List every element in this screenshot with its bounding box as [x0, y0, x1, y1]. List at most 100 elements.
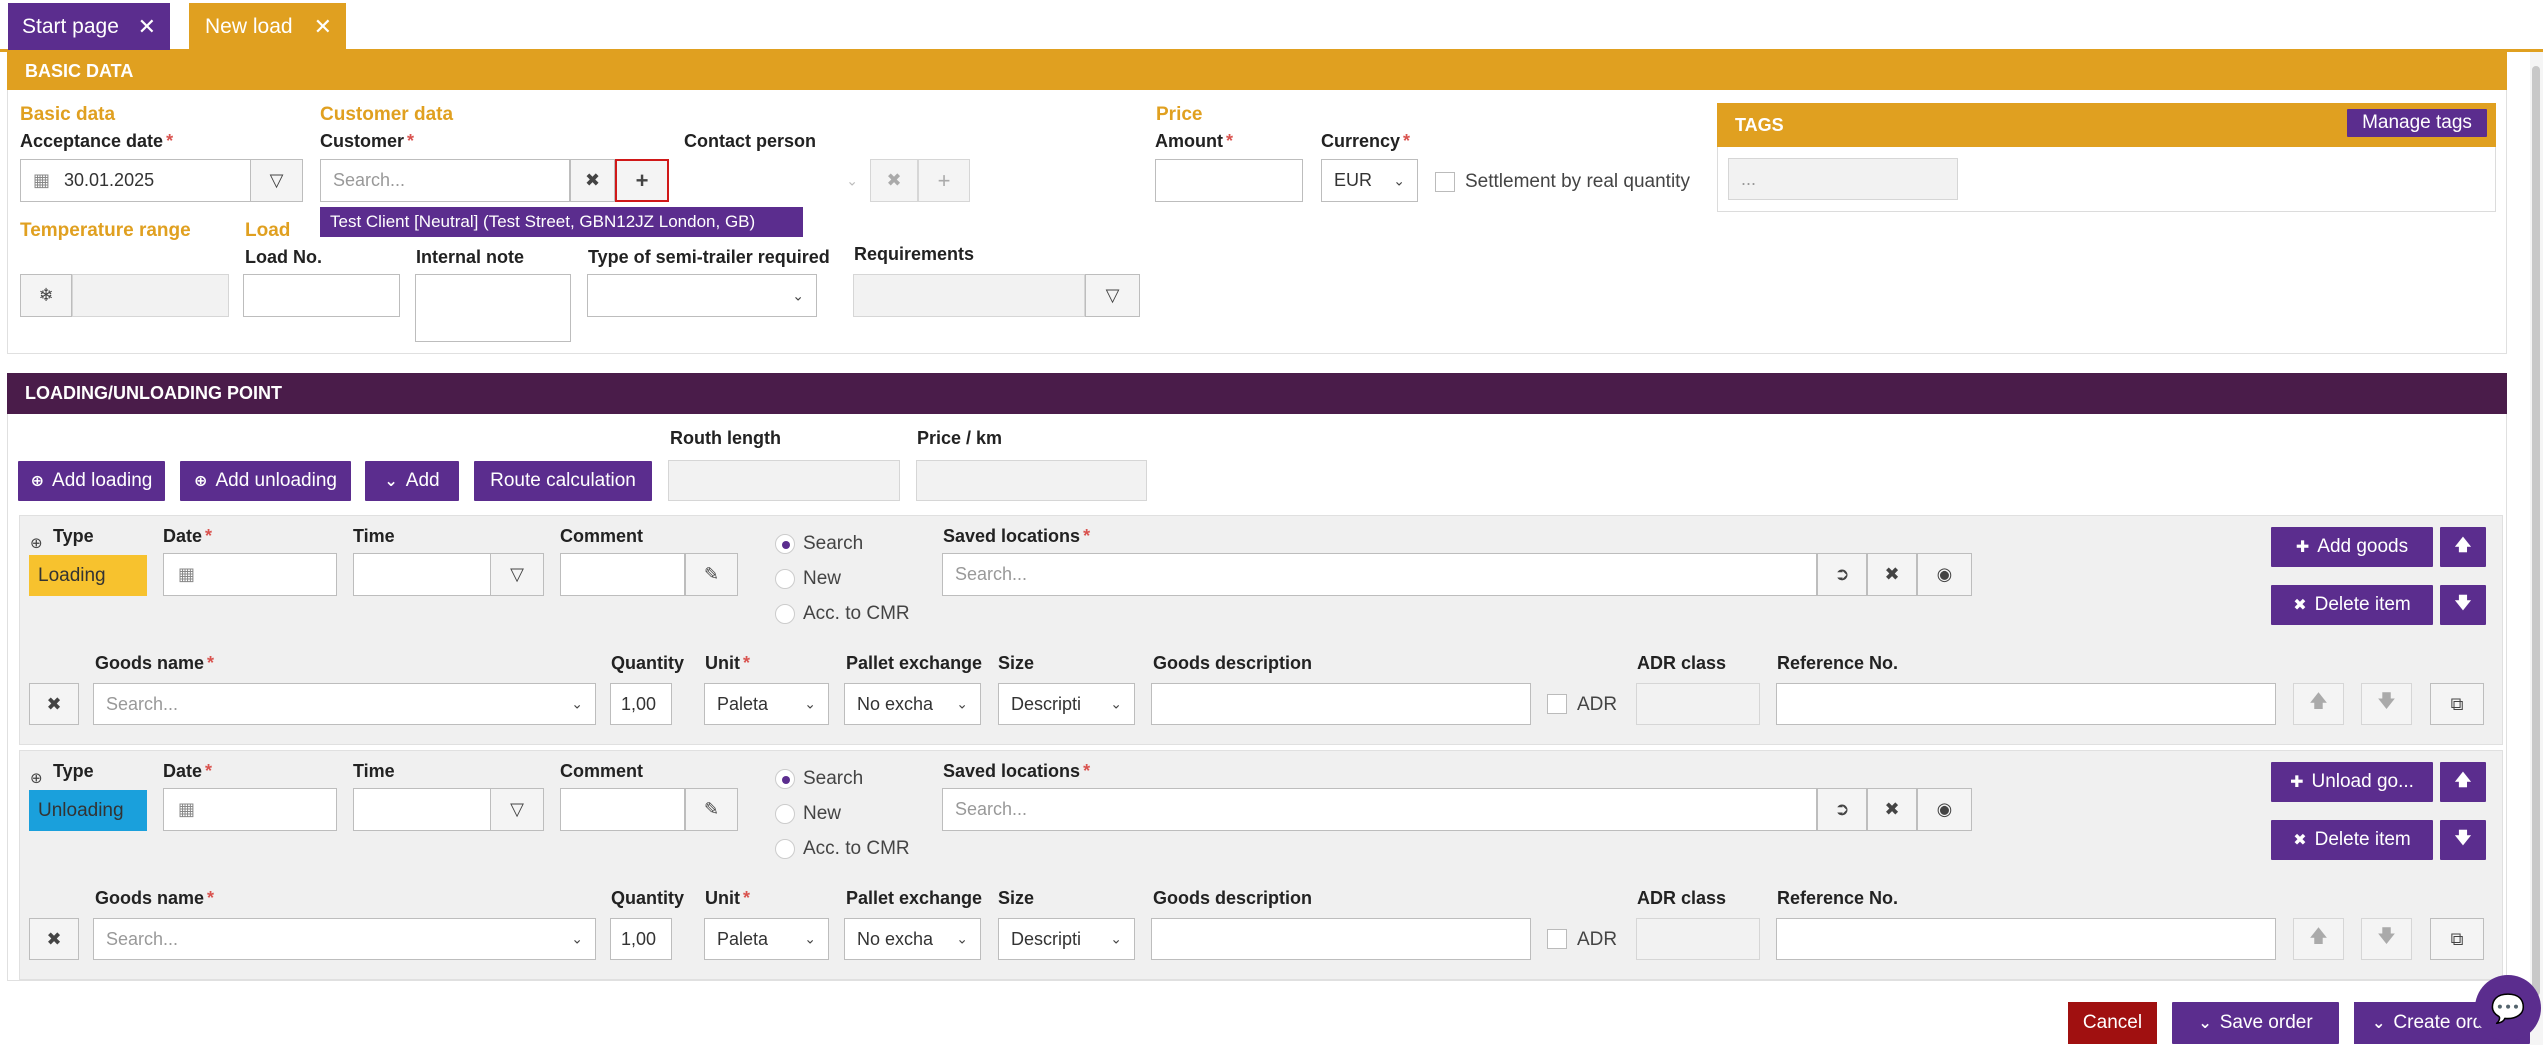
location-clear-button[interactable]: ✖: [1867, 788, 1917, 831]
delete-item-button[interactable]: ✖ Delete item: [2271, 585, 2433, 625]
stop-time-input[interactable]: [353, 788, 491, 831]
temperature-snowflake-button[interactable]: ❄: [20, 274, 72, 317]
location-go-button[interactable]: ➲: [1817, 553, 1867, 596]
goods-down-button[interactable]: 🡇: [2361, 683, 2412, 725]
stop-time-input[interactable]: [353, 553, 491, 596]
contact-clear-button[interactable]: ✖: [870, 159, 918, 202]
requirements-input[interactable]: [853, 274, 1085, 317]
unit-select[interactable]: Paleta ⌄: [704, 683, 829, 725]
goods-remove-button[interactable]: ✖: [29, 683, 79, 725]
stop-comment-input[interactable]: [560, 553, 685, 596]
collapse-icon[interactable]: ⊕: [30, 534, 43, 552]
adr-class-input[interactable]: [1636, 683, 1760, 725]
adr-checkbox[interactable]: [1547, 929, 1567, 949]
radio-cmr[interactable]: [775, 839, 795, 859]
contact-add-button[interactable]: +: [918, 159, 970, 202]
temperature-input[interactable]: [72, 274, 229, 317]
radio-search[interactable]: [775, 769, 795, 789]
calendar-icon[interactable]: ▦: [33, 170, 50, 191]
save-order-button[interactable]: ⌄ Save order: [2172, 1002, 2339, 1044]
comment-edit-button[interactable]: ✎: [685, 553, 738, 596]
scrollbar-thumb[interactable]: [2532, 66, 2540, 996]
radio-search[interactable]: [775, 534, 795, 554]
requirements-filter-button[interactable]: ▽: [1085, 274, 1140, 317]
price-per-km-input[interactable]: [916, 460, 1147, 501]
customer-search-input[interactable]: Search...: [320, 159, 570, 202]
stop-date-input[interactable]: ▦: [163, 553, 337, 596]
add-loading-button[interactable]: ⊕ Add loading: [18, 461, 165, 501]
collapse-icon[interactable]: ⊕: [30, 769, 43, 787]
cancel-button[interactable]: Cancel: [2068, 1002, 2157, 1044]
size-select[interactable]: Descripti ⌄: [998, 683, 1135, 725]
goods-copy-button[interactable]: ⧉: [2430, 683, 2484, 725]
goods-name-select[interactable]: Search... ⌄: [93, 683, 596, 725]
unload-goods-button[interactable]: ✚ Unload go...: [2271, 762, 2433, 802]
scrollbar[interactable]: [2530, 52, 2543, 1045]
delete-item-button[interactable]: ✖ Delete item: [2271, 820, 2433, 860]
goods-copy-button[interactable]: ⧉: [2430, 918, 2484, 960]
tags-input[interactable]: ...: [1728, 158, 1958, 200]
add-unloading-button[interactable]: ⊕ Add unloading: [180, 461, 351, 501]
unit-select[interactable]: Paleta ⌄: [704, 918, 829, 960]
pallet-exchange-select[interactable]: No excha ⌄: [844, 683, 981, 725]
goods-name-select[interactable]: Search... ⌄: [93, 918, 596, 960]
goods-up-button[interactable]: 🡅: [2293, 683, 2344, 725]
location-compass-button[interactable]: ◉: [1917, 553, 1972, 596]
location-clear-button[interactable]: ✖: [1867, 553, 1917, 596]
route-length-input[interactable]: [668, 460, 900, 501]
time-filter-button[interactable]: ▽: [490, 788, 544, 831]
customer-add-button[interactable]: +: [615, 159, 669, 202]
goods-up-button[interactable]: 🡅: [2293, 918, 2344, 960]
loading-header: LOADING/UNLOADING POINT: [7, 373, 2507, 414]
calendar-icon[interactable]: ▦: [178, 564, 195, 585]
time-filter-button[interactable]: ▽: [490, 553, 544, 596]
contact-person-select[interactable]: ⌄: [684, 159, 870, 202]
move-down-button[interactable]: 🡇: [2440, 820, 2486, 860]
add-goods-button[interactable]: ✚ Add goods: [2271, 527, 2433, 567]
move-up-button[interactable]: 🡅: [2440, 762, 2486, 802]
stop-date-input[interactable]: ▦: [163, 788, 337, 831]
close-icon[interactable]: ✕: [138, 14, 156, 40]
comment-edit-button[interactable]: ✎: [685, 788, 738, 831]
route-calculation-button[interactable]: Route calculation: [474, 461, 652, 501]
radio-new[interactable]: [775, 569, 795, 589]
quantity-input[interactable]: 1,00: [610, 683, 672, 725]
internal-note-textarea[interactable]: [415, 274, 571, 342]
reference-no-input[interactable]: [1776, 683, 2276, 725]
goods-down-button[interactable]: 🡇: [2361, 918, 2412, 960]
goods-description-input[interactable]: [1151, 683, 1531, 725]
tab-new-load[interactable]: New load ✕: [189, 3, 346, 50]
currency-select[interactable]: EUR ⌄: [1321, 159, 1418, 202]
goods-remove-button[interactable]: ✖: [29, 918, 79, 960]
tab-start-page[interactable]: Start page ✕: [8, 3, 170, 50]
stop-comment-input[interactable]: [560, 788, 685, 831]
add-button[interactable]: ⌄ Add: [365, 461, 459, 501]
close-icon[interactable]: ✕: [314, 14, 332, 40]
amount-input[interactable]: [1155, 159, 1303, 202]
customer-suggestion[interactable]: Test Client [Neutral] (Test Street, GBN1…: [320, 207, 803, 237]
location-go-button[interactable]: ➲: [1817, 788, 1867, 831]
chat-button[interactable]: 💬: [2475, 975, 2541, 1041]
load-no-input[interactable]: [243, 274, 400, 317]
saved-locations-input[interactable]: Search...: [942, 788, 1817, 831]
customer-clear-button[interactable]: ✖: [570, 159, 615, 202]
date-filter-button[interactable]: ▽: [250, 159, 303, 202]
pallet-exchange-select[interactable]: No excha ⌄: [844, 918, 981, 960]
manage-tags-button[interactable]: Manage tags: [2347, 109, 2487, 137]
move-up-button[interactable]: 🡅: [2440, 527, 2486, 567]
move-down-button[interactable]: 🡇: [2440, 585, 2486, 625]
calendar-icon[interactable]: ▦: [178, 799, 195, 820]
saved-locations-input[interactable]: Search...: [942, 553, 1817, 596]
adr-class-input[interactable]: [1636, 918, 1760, 960]
reference-no-input[interactable]: [1776, 918, 2276, 960]
settlement-checkbox[interactable]: [1435, 172, 1455, 192]
radio-new[interactable]: [775, 804, 795, 824]
radio-cmr[interactable]: [775, 604, 795, 624]
size-select[interactable]: Descripti ⌄: [998, 918, 1135, 960]
goods-description-input[interactable]: [1151, 918, 1531, 960]
compass-icon: ◉: [1936, 799, 1953, 819]
location-compass-button[interactable]: ◉: [1917, 788, 1972, 831]
semitrailer-select[interactable]: ⌄: [587, 274, 817, 317]
quantity-input[interactable]: 1,00: [610, 918, 672, 960]
adr-checkbox[interactable]: [1547, 694, 1567, 714]
